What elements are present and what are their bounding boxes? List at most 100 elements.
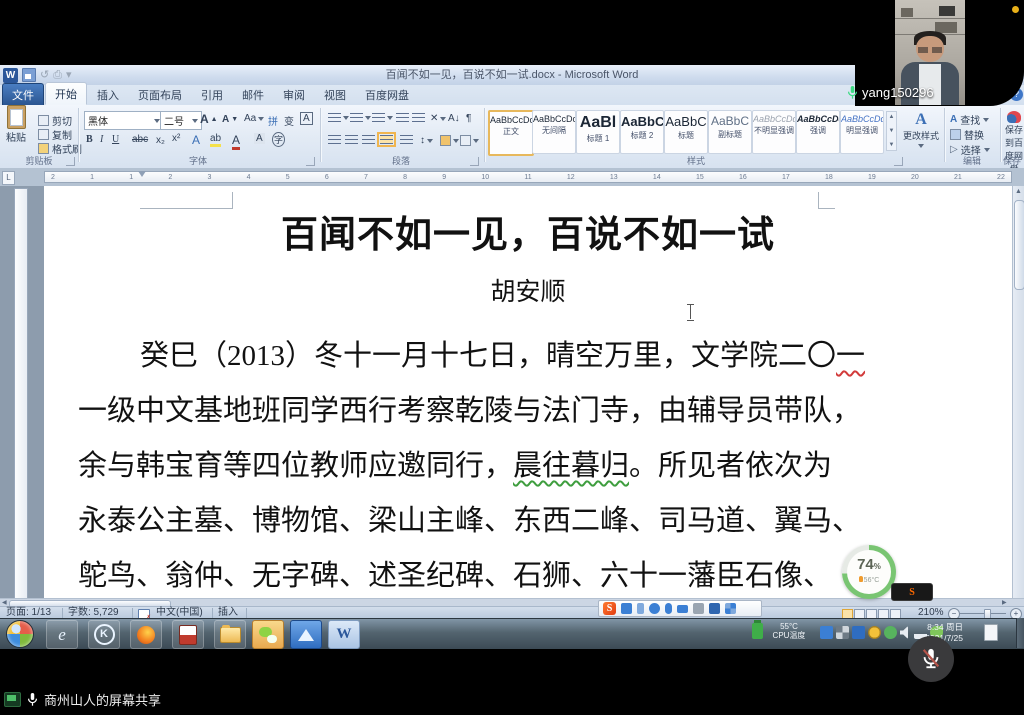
- character-shading-button[interactable]: A: [254, 133, 265, 144]
- tab-home[interactable]: 开始: [45, 82, 87, 105]
- clipboard-dialog-launcher[interactable]: [66, 157, 75, 166]
- enclose-characters-button[interactable]: 字: [272, 132, 285, 147]
- style-subtitle[interactable]: AaBbC 副标题: [708, 110, 752, 154]
- tab-insert[interactable]: 插入: [88, 84, 128, 105]
- sort-button[interactable]: A↓: [448, 113, 460, 124]
- numbering-button[interactable]: [350, 113, 371, 122]
- highlight-color-button[interactable]: ab: [210, 133, 221, 147]
- style-subtle-emphasis[interactable]: AaBbCcDd 不明显强调: [752, 110, 796, 154]
- align-right-button[interactable]: [362, 135, 375, 144]
- zoom-slider-track[interactable]: [960, 613, 1006, 614]
- qat-dropdown-icon[interactable]: ▾: [66, 68, 72, 82]
- replace-button[interactable]: 替换: [950, 127, 984, 142]
- language-mode-icon[interactable]: [621, 603, 632, 614]
- style-intense-emphasis[interactable]: AaBbCcDd 明显强调: [840, 110, 884, 154]
- font-dialog-launcher[interactable]: [306, 157, 315, 166]
- borders-button[interactable]: [460, 135, 479, 146]
- bullets-button[interactable]: [328, 113, 349, 122]
- account-icon[interactable]: [693, 603, 704, 614]
- first-line-indent-marker[interactable]: [138, 171, 146, 177]
- emoji-icon[interactable]: [649, 603, 660, 614]
- sogou-input-toolbar[interactable]: S: [598, 600, 762, 617]
- undo-icon[interactable]: ↺: [40, 68, 49, 82]
- multilevel-list-button[interactable]: [372, 113, 393, 122]
- mute-toggle-button[interactable]: [908, 636, 954, 682]
- distribute-button[interactable]: [400, 135, 413, 144]
- vertical-ruler[interactable]: [14, 188, 28, 598]
- punctuation-icon[interactable]: [637, 603, 644, 614]
- toolbox-icon[interactable]: [725, 603, 736, 614]
- styles-dialog-launcher[interactable]: [894, 157, 903, 166]
- shrink-font-button[interactable]: A▼: [222, 114, 238, 125]
- tab-file[interactable]: 文件: [2, 83, 44, 105]
- copy-button[interactable]: 复制: [38, 127, 72, 142]
- tab-selector[interactable]: L: [2, 171, 15, 185]
- align-left-button[interactable]: [328, 135, 341, 144]
- keyboard-icon[interactable]: [677, 605, 688, 613]
- tab-mailings[interactable]: 邮件: [233, 84, 273, 105]
- vertical-scrollbar[interactable]: ▲: [1012, 186, 1024, 598]
- taskbar-explorer-icon[interactable]: [214, 620, 246, 649]
- tab-references[interactable]: 引用: [192, 84, 232, 105]
- cpu-monitor-widget[interactable]: 74% 56°C: [842, 545, 896, 599]
- subscript-button[interactable]: x₂: [156, 135, 165, 146]
- tray-document-icon[interactable]: [984, 624, 998, 641]
- font-color-button[interactable]: A: [232, 133, 240, 150]
- taskbar-wechat-icon[interactable]: [252, 620, 284, 649]
- taskbar-k-app-icon[interactable]: K: [88, 620, 120, 649]
- tab-baidu-netdisk[interactable]: 百度网盘: [356, 84, 418, 105]
- voice-input-icon[interactable]: [665, 603, 672, 614]
- paragraph-dialog-launcher[interactable]: [470, 157, 479, 166]
- scroll-up-icon[interactable]: ▲: [1014, 188, 1023, 195]
- find-button[interactable]: A查找: [950, 112, 989, 127]
- vertical-scroll-thumb[interactable]: [1014, 200, 1024, 290]
- decrease-indent-button[interactable]: [396, 113, 409, 122]
- taskbar-word-icon[interactable]: W: [328, 620, 360, 649]
- tray-meeting-icon[interactable]: [852, 626, 865, 639]
- shading-button[interactable]: [440, 135, 459, 146]
- tab-review[interactable]: 审阅: [274, 84, 314, 105]
- print-preview-icon[interactable]: ⎙: [53, 68, 62, 82]
- show-desktop-button[interactable]: [1016, 618, 1024, 648]
- change-case-button[interactable]: Aa: [244, 113, 264, 124]
- superscript-button[interactable]: x²: [172, 133, 180, 144]
- tray-checker-icon[interactable]: [836, 626, 849, 639]
- bold-button[interactable]: B: [86, 134, 93, 145]
- tray-app-icon[interactable]: [820, 626, 833, 639]
- pinyin-guide-button[interactable]: 拼: [268, 113, 278, 128]
- show-marks-button[interactable]: ¶: [466, 113, 471, 124]
- style-heading2[interactable]: AaBbC 标题 2: [620, 110, 664, 154]
- line-spacing-button[interactable]: ↕: [420, 135, 433, 146]
- increase-indent-button[interactable]: [412, 113, 425, 122]
- change-chars-button[interactable]: 变: [284, 113, 294, 128]
- style-heading1[interactable]: AaBl 标题 1: [576, 110, 620, 154]
- strikethrough-button[interactable]: abc: [132, 134, 148, 145]
- style-no-spacing[interactable]: AaBbCcDc 无间隔: [532, 110, 576, 154]
- sogou-logo-icon[interactable]: S: [603, 602, 616, 615]
- justify-button[interactable]: [380, 135, 393, 144]
- text-effects-button[interactable]: A: [192, 133, 200, 147]
- tray-gold-icon[interactable]: [868, 626, 881, 639]
- usb-safely-remove-icon[interactable]: [752, 623, 763, 639]
- taskbar-meeting-icon[interactable]: [290, 620, 322, 649]
- tab-view[interactable]: 视图: [315, 84, 355, 105]
- taskbar-ie-icon[interactable]: e: [46, 620, 78, 649]
- style-emphasis[interactable]: AaBbCcDd 强调: [796, 110, 840, 154]
- tray-green-icon[interactable]: [884, 626, 897, 639]
- change-styles-button[interactable]: A 更改样式: [902, 111, 940, 148]
- cut-button[interactable]: 剪切: [38, 113, 72, 128]
- paste-button[interactable]: 粘贴: [0, 105, 32, 155]
- font-name-combo[interactable]: 黑体: [84, 111, 164, 130]
- document-page[interactable]: 百闻不如一见，百说不如一试 胡安顺 癸巳（2013）冬十一月十七日，晴空万里，文…: [44, 186, 1012, 598]
- align-center-button[interactable]: [345, 135, 358, 144]
- character-border-button[interactable]: A: [300, 112, 313, 125]
- tab-page-layout[interactable]: 页面布局: [129, 84, 191, 105]
- styles-gallery-scrollbar[interactable]: ▲▼▼: [886, 111, 897, 151]
- skin-icon[interactable]: [709, 603, 720, 614]
- grow-font-button[interactable]: A▲: [200, 112, 218, 126]
- taskbar-reader-icon[interactable]: [172, 620, 204, 649]
- style-title[interactable]: AaBbC 标题: [664, 110, 708, 154]
- start-button[interactable]: [6, 620, 34, 648]
- italic-button[interactable]: I: [100, 134, 103, 145]
- underline-button[interactable]: U: [112, 134, 119, 145]
